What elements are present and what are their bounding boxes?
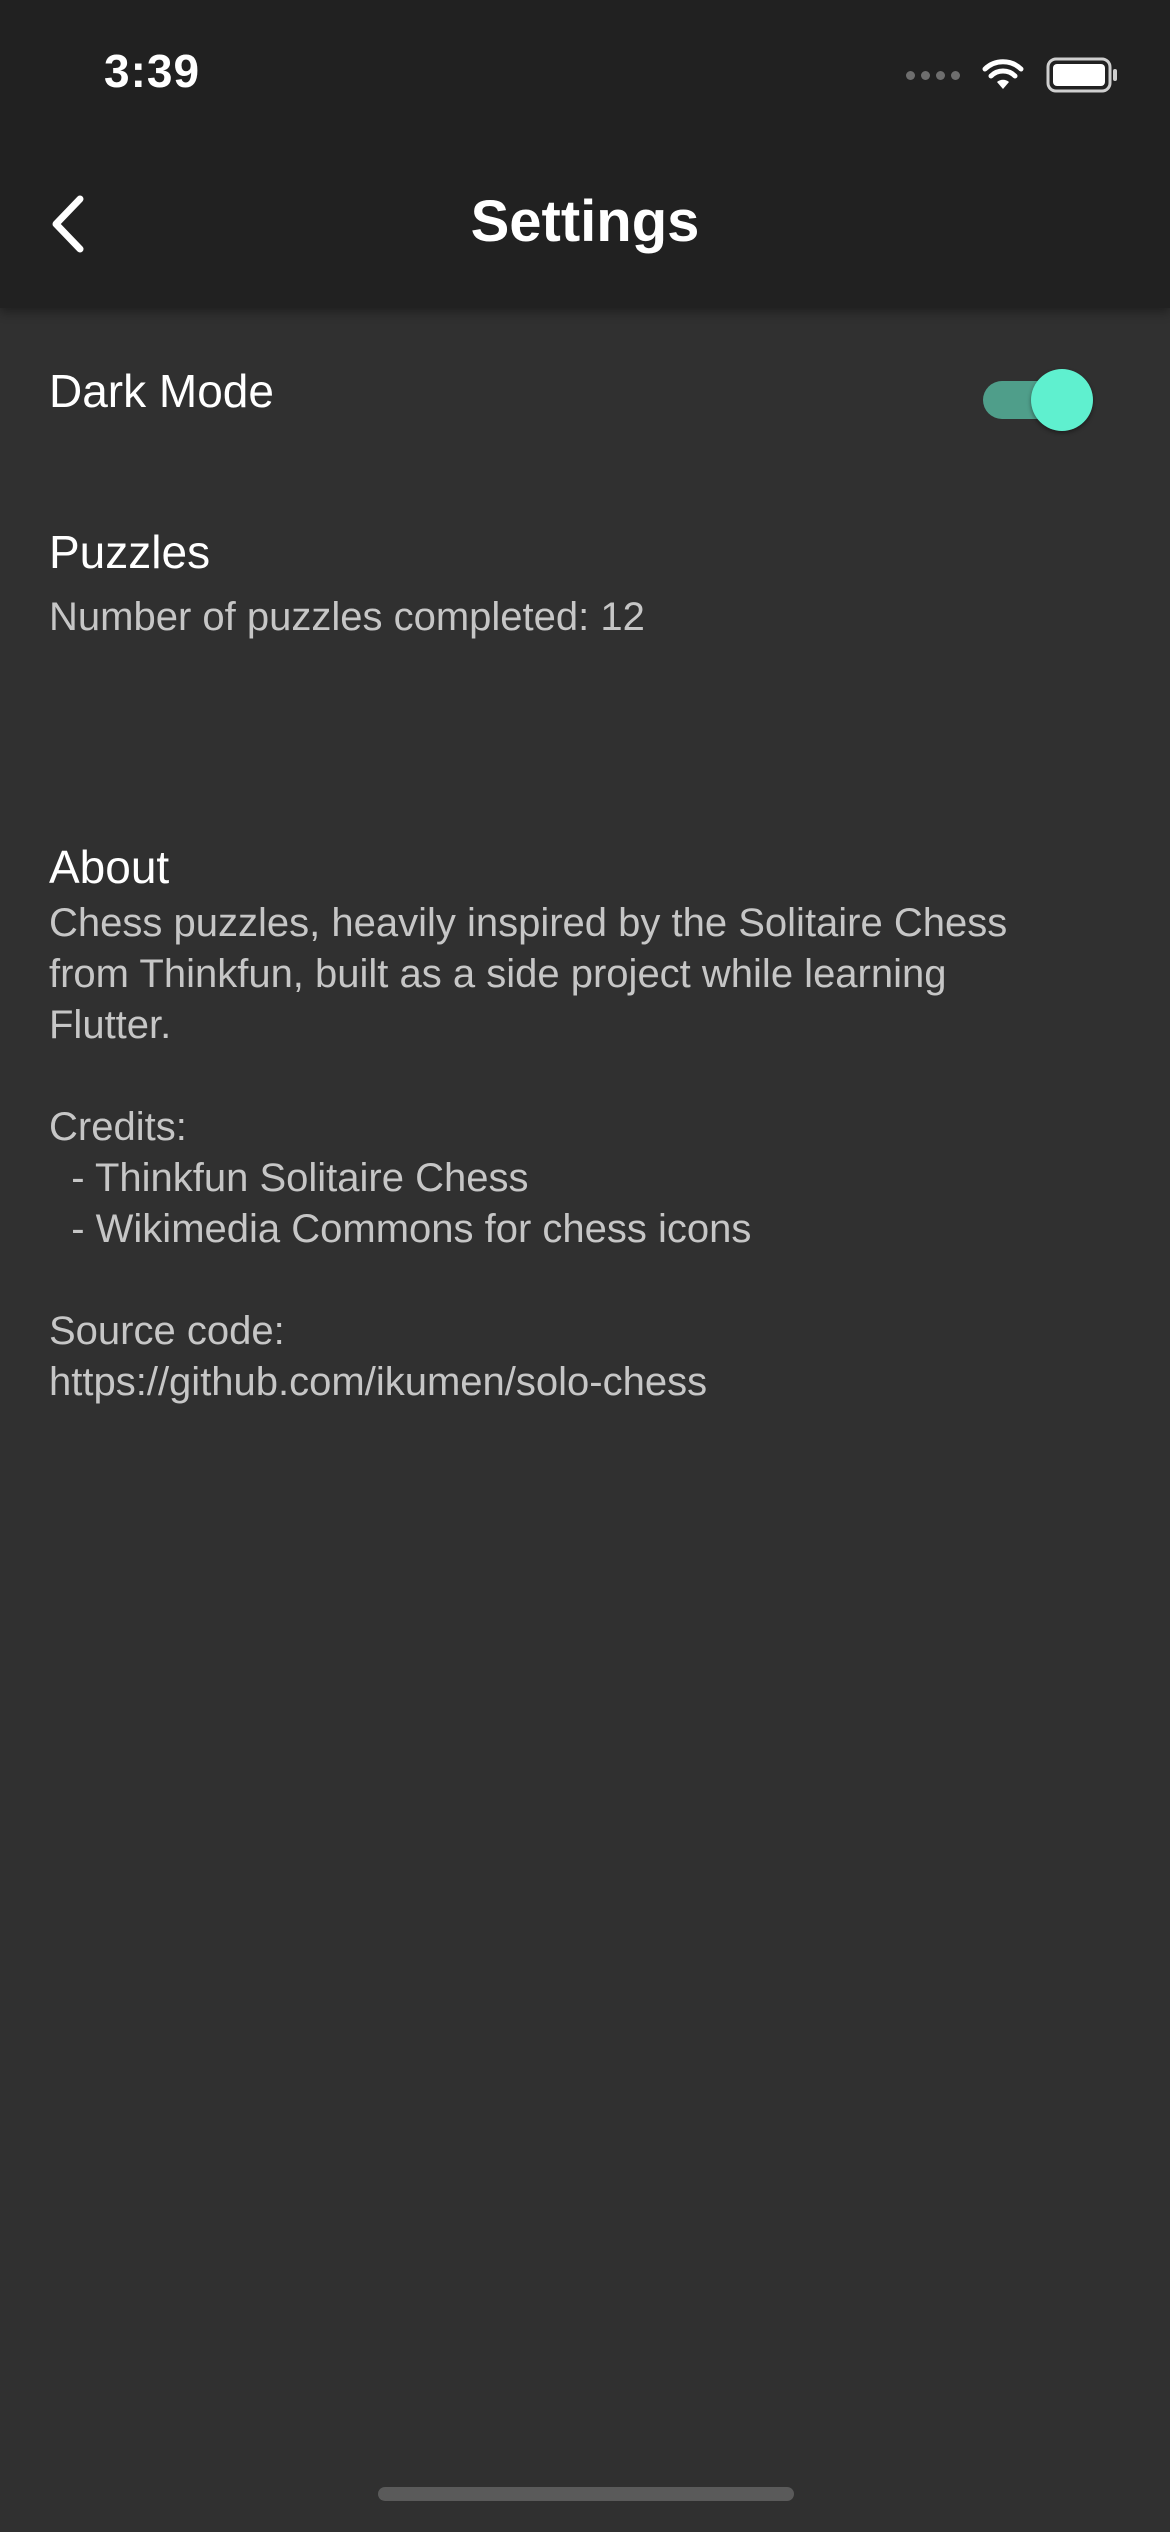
dark-mode-row[interactable]: Dark Mode [0,308,1170,478]
puzzles-title: Puzzles [49,526,211,578]
about-line: Flutter. [49,1003,172,1047]
wifi-icon [982,59,1024,89]
source-code-heading: Source code: [49,1309,285,1353]
about-line [49,1255,1129,1306]
puzzles-completed-text: Number of puzzles completed: 12 [49,592,1129,643]
switch-thumb [1031,369,1093,431]
about-line [49,1051,1129,1102]
home-indicator[interactable] [378,2487,794,2501]
about-line: from Thinkfun, built as a side project w… [49,952,947,996]
puzzles-completed-line: Number of puzzles completed: 12 [49,595,645,639]
source-code-url: https://github.com/ikumen/solo-chess [49,1360,708,1404]
cellular-signal-icon [906,70,960,80]
about-title: About [49,841,170,893]
page-title: Settings [470,189,700,254]
dark-mode-switch[interactable] [983,367,1095,431]
status-icons [906,50,1118,100]
settings-screen: 3:39 Settings Dark Mode Puzzles Number o… [0,0,1170,2532]
battery-icon [1046,57,1117,93]
status-time: 3:39 [104,45,201,97]
credits-heading: Credits: [49,1105,187,1149]
credit-item: - Wikimedia Commons for chess icons [49,1207,752,1251]
dark-mode-label: Dark Mode [49,365,274,417]
app-bar: 3:39 Settings [0,0,1170,308]
credit-item: - Thinkfun Solitaire Chess [49,1156,529,1200]
about-text: Chess puzzles, heavily inspired by the S… [49,898,1129,1408]
about-line: Chess puzzles, heavily inspired by the S… [49,901,1008,945]
